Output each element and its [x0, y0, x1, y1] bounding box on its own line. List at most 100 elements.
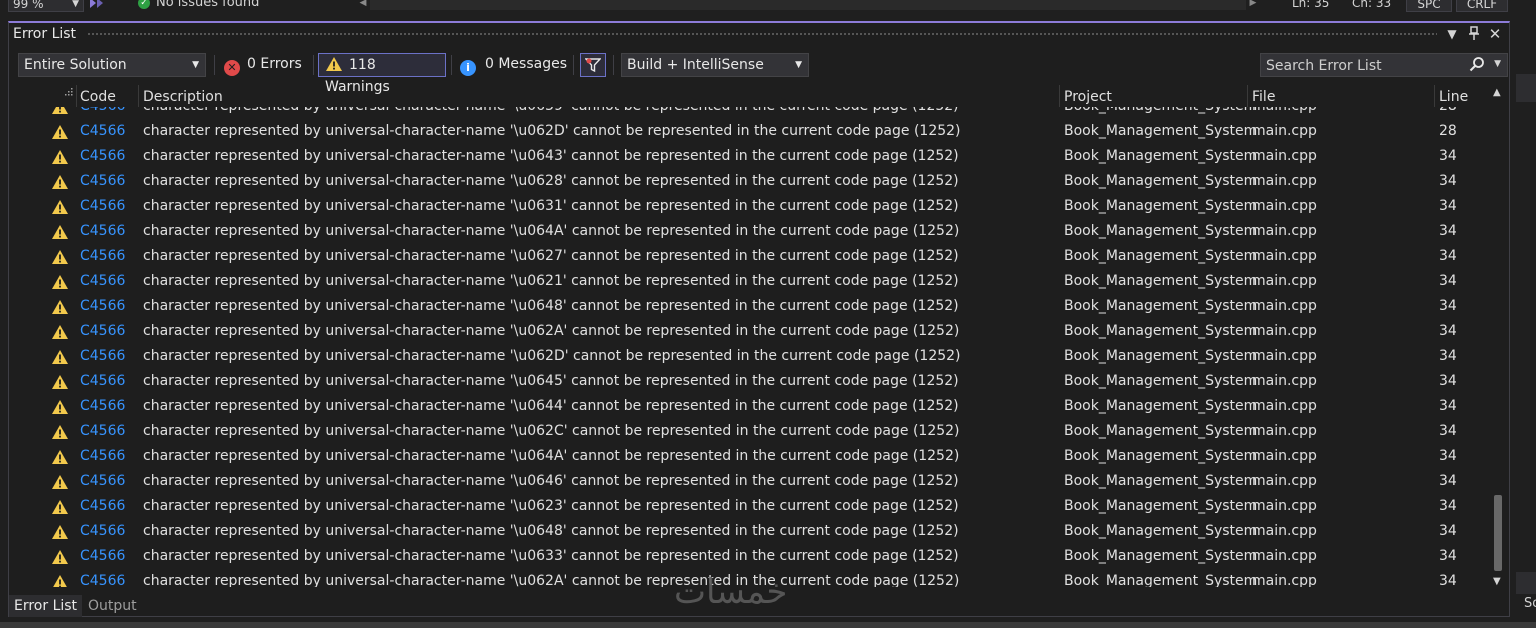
table-row[interactable]: C4566 character represented by universal…: [9, 244, 1489, 269]
error-file: main.cpp: [1252, 548, 1317, 564]
search-icon[interactable]: [1469, 56, 1485, 72]
error-description: character represented by universal-chara…: [143, 348, 961, 364]
error-code-link[interactable]: C4566: [80, 419, 125, 444]
tab-error-list[interactable]: Error List: [9, 595, 83, 617]
table-row[interactable]: C4566 character represented by universal…: [9, 394, 1489, 419]
error-file: main.cpp: [1252, 448, 1317, 464]
build-source-dropdown[interactable]: Build + IntelliSense ▼: [621, 53, 809, 77]
table-row[interactable]: C4566 character represented by universal…: [9, 494, 1489, 519]
whitespace-mode[interactable]: SPC: [1406, 0, 1452, 12]
line-number[interactable]: Ln: 35: [1292, 0, 1329, 10]
warnings-filter-button[interactable]: 118 Warnings: [318, 53, 446, 95]
table-row[interactable]: C4566 character represented by universal…: [9, 519, 1489, 544]
error-code-link[interactable]: C4566: [80, 494, 125, 519]
error-code-link[interactable]: C4566: [80, 244, 125, 269]
column-divider[interactable]: [1059, 85, 1060, 107]
table-row[interactable]: C4566 character represented by universal…: [9, 469, 1489, 494]
chevron-down-icon[interactable]: ▼: [1494, 59, 1501, 69]
editor-status-bar: 99 % ▼ ✓ No issues found ◀ ▶ Ln: 35 Ch: 3…: [0, 0, 1536, 14]
table-row[interactable]: C4566 character represented by universal…: [9, 319, 1489, 344]
error-line: 28: [1439, 123, 1457, 139]
column-header-project[interactable]: Project: [1064, 87, 1112, 107]
scroll-left-icon[interactable]: ◀: [356, 0, 370, 10]
error-code-link[interactable]: C4566: [80, 119, 125, 144]
char-number[interactable]: Ch: 33: [1352, 0, 1391, 10]
table-row[interactable]: C4566 character represented by universal…: [9, 169, 1489, 194]
error-code-link[interactable]: C4566: [80, 194, 125, 219]
error-code-link[interactable]: C4566: [80, 144, 125, 169]
close-icon[interactable]: ✕: [1486, 25, 1504, 43]
messages-filter-button[interactable]: i 0 Messages: [454, 53, 573, 77]
column-header-file[interactable]: File: [1252, 87, 1275, 107]
column-header-code[interactable]: Code: [80, 87, 116, 107]
table-row[interactable]: C4566 character represented by universal…: [9, 294, 1489, 319]
window-position-icon[interactable]: ▼: [1443, 25, 1461, 43]
tab-output[interactable]: Output: [83, 595, 142, 617]
error-code-link[interactable]: C4566: [80, 544, 125, 569]
messages-count: 0 Messages: [485, 56, 568, 72]
error-code-link[interactable]: C4566: [80, 344, 125, 369]
error-code-link[interactable]: C4566: [80, 469, 125, 494]
scroll-right-icon[interactable]: ▶: [1246, 0, 1260, 10]
sort-grip-icon[interactable]: [65, 88, 73, 96]
error-code-link[interactable]: C4566: [80, 294, 125, 319]
error-project: Book_Management_System: [1064, 298, 1258, 314]
error-file: main.cpp: [1252, 107, 1317, 119]
table-row[interactable]: C4566 character represented by universal…: [9, 219, 1489, 244]
table-row[interactable]: C4566 character represented by universal…: [9, 107, 1489, 119]
tool-window-titlebar[interactable]: Error List ▼ ✕: [9, 23, 1509, 45]
column-header-line[interactable]: Line: [1439, 87, 1468, 107]
error-description: character represented by universal-chara…: [143, 398, 959, 414]
error-code-link[interactable]: C4566: [80, 319, 125, 344]
error-description: character represented by universal-chara…: [143, 123, 961, 139]
vertical-scrollbar[interactable]: ▲ ▼: [1489, 85, 1507, 589]
error-code-link[interactable]: C4566: [80, 519, 125, 544]
errors-filter-button[interactable]: ✕ 0 Errors: [218, 53, 308, 77]
table-row[interactable]: C4566 character represented by universal…: [9, 344, 1489, 369]
drag-grip[interactable]: [87, 32, 1437, 37]
column-divider[interactable]: [1247, 85, 1248, 107]
health-indicator[interactable]: ✓ No issues found: [138, 0, 259, 10]
error-code-link[interactable]: C4566: [80, 444, 125, 469]
error-code-link[interactable]: C4566: [80, 369, 125, 394]
scope-dropdown[interactable]: Entire Solution ▼: [18, 53, 206, 77]
error-code-link[interactable]: C4566: [80, 394, 125, 419]
watermark-logo: خمسات: [674, 572, 788, 612]
table-row[interactable]: C4566 character represented by universal…: [9, 419, 1489, 444]
column-divider[interactable]: [138, 85, 139, 107]
error-code-link[interactable]: C4566: [80, 169, 125, 194]
error-code-link[interactable]: C4566: [80, 107, 125, 119]
zoom-dropdown[interactable]: 99 % ▼: [8, 0, 84, 12]
filter-button[interactable]: [580, 53, 606, 77]
line-ending-mode[interactable]: CRLF: [1456, 0, 1508, 12]
copilot-icon[interactable]: [88, 0, 104, 10]
scroll-up-icon[interactable]: ▲: [1493, 87, 1501, 98]
scroll-down-icon[interactable]: ▼: [1493, 576, 1501, 587]
column-header-description[interactable]: Description: [143, 87, 223, 107]
error-description: character represented by universal-chara…: [143, 473, 959, 489]
pin-icon[interactable]: [1465, 25, 1483, 43]
table-row[interactable]: C4566 character represented by universal…: [9, 194, 1489, 219]
column-divider[interactable]: [1434, 85, 1435, 107]
table-row[interactable]: C4566 character represented by universal…: [9, 369, 1489, 394]
error-code-link[interactable]: C4566: [80, 219, 125, 244]
table-row[interactable]: C4566 character represented by universal…: [9, 269, 1489, 294]
table-row[interactable]: C4566 character represented by universal…: [9, 144, 1489, 169]
table-row[interactable]: C4566 character represented by universal…: [9, 544, 1489, 569]
side-panel-label[interactable]: So: [1524, 596, 1536, 611]
error-code-link[interactable]: C4566: [80, 269, 125, 294]
column-divider[interactable]: [76, 85, 77, 107]
search-box[interactable]: ▼: [1260, 53, 1508, 78]
error-project: Book_Management_System: [1064, 373, 1258, 389]
horizontal-scrollbar[interactable]: [370, 0, 1246, 10]
error-code-link[interactable]: C4566: [80, 569, 125, 587]
warning-triangle-icon: [52, 375, 68, 389]
table-row[interactable]: C4566 character represented by universal…: [9, 119, 1489, 144]
scrollbar-thumb[interactable]: [1494, 495, 1502, 571]
error-file: main.cpp: [1252, 273, 1317, 289]
search-input[interactable]: [1261, 54, 1468, 78]
toolbar-divider: [613, 55, 614, 75]
table-row[interactable]: C4566 character represented by universal…: [9, 444, 1489, 469]
toolbar-divider: [214, 55, 215, 75]
error-line: 34: [1439, 573, 1457, 587]
